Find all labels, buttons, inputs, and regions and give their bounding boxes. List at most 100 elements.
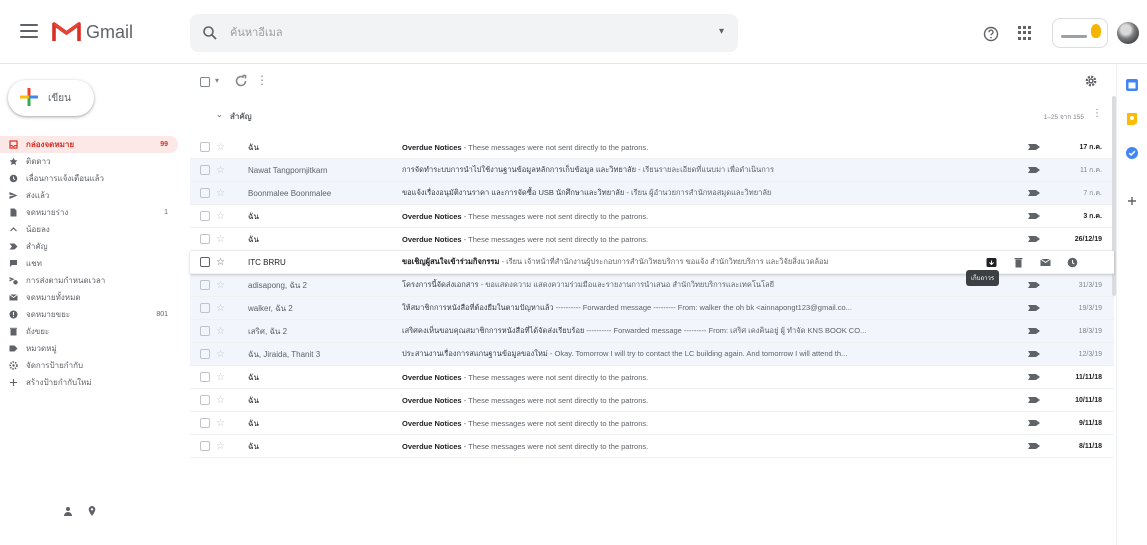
row-checkbox[interactable] xyxy=(200,234,210,244)
message-date: 11 ก.ค. xyxy=(1079,166,1102,174)
star-toggle-icon[interactable]: ☆ xyxy=(216,211,225,222)
important-marker-icon[interactable] xyxy=(1028,328,1040,334)
row-checkbox[interactable] xyxy=(200,326,210,336)
row-checkbox[interactable] xyxy=(200,349,210,359)
row-checkbox[interactable] xyxy=(200,372,210,382)
sidebar-item-create-label[interactable]: สร้างป้ายกำกับใหม่ xyxy=(0,374,186,391)
sidebar-item-spam[interactable]: จดหมายขยะ 801 xyxy=(0,306,186,323)
message-row[interactable]: ☆ ITC BRRU ขอเชิญผู้สนใจเข้าร่วมกิจกรรม - … xyxy=(190,251,1114,286)
important-marker-icon[interactable] xyxy=(1028,213,1040,219)
message-row[interactable]: ☆ ฉัน Overdue Notices - These messages wer… xyxy=(190,366,1114,389)
sidebar-item-draft[interactable]: จดหมายร่าง 1 xyxy=(0,204,186,221)
star-toggle-icon[interactable]: ☆ xyxy=(216,418,225,429)
row-checkbox[interactable] xyxy=(200,211,210,221)
message-row[interactable]: ☆ เสริศ, ฉัน 2 เสริศคงเห็นขอบคุณสมาชิกการห… xyxy=(190,320,1114,343)
important-marker-icon[interactable] xyxy=(1028,190,1040,196)
search-options-caret-icon[interactable]: ▾ xyxy=(719,26,724,37)
row-checkbox[interactable] xyxy=(200,165,210,175)
message-row[interactable]: ☆ ฉัน, Jiraida, Thanit 3 ประสานงานเรื่องกา… xyxy=(190,343,1114,366)
row-checkbox[interactable] xyxy=(200,418,210,428)
message-row[interactable]: ☆ ฉัน Overdue Notices - These messages wer… xyxy=(190,228,1114,251)
search-input[interactable] xyxy=(230,23,670,43)
star-toggle-icon[interactable]: ☆ xyxy=(216,326,225,337)
sidebar-item-scheduled-send[interactable]: การส่งตามกำหนดเวลา xyxy=(0,272,186,289)
row-checkbox[interactable] xyxy=(200,280,210,290)
message-row[interactable]: ☆ walker, ฉัน 2 ให้สมาชิกการหนังสือที่ต้อง… xyxy=(190,297,1114,320)
star-toggle-icon[interactable]: ☆ xyxy=(216,234,225,245)
compose-button[interactable]: เขียน xyxy=(8,80,94,116)
select-all-checkbox[interactable] xyxy=(200,77,210,87)
help-icon[interactable] xyxy=(983,26,999,42)
archive-icon[interactable] xyxy=(986,257,997,268)
message-row[interactable]: ☆ ฉัน Overdue Notices - These messages wer… xyxy=(190,412,1114,435)
snooze-icon[interactable] xyxy=(1067,257,1078,268)
message-row[interactable]: ☆ Boonmalee Boonmalee ขอแจ้งเรื่องอนุมัติง… xyxy=(190,182,1114,205)
refresh-icon[interactable] xyxy=(234,74,248,88)
delete-icon[interactable] xyxy=(1013,257,1024,268)
sidebar-item-all-mail[interactable]: จดหมายทั้งหมด xyxy=(0,289,186,306)
select-options-caret-icon[interactable]: ▾ xyxy=(215,76,219,85)
row-checkbox[interactable] xyxy=(200,188,210,198)
star-toggle-icon[interactable]: ☆ xyxy=(216,303,225,314)
important-marker-icon[interactable] xyxy=(1028,167,1040,173)
sidebar-item-trash[interactable]: ถังขยะ xyxy=(0,323,186,340)
more-options-icon[interactable]: ⋮ xyxy=(256,73,268,87)
main-menu-icon[interactable] xyxy=(20,22,38,40)
important-marker-icon[interactable] xyxy=(1028,144,1040,150)
sidebar-item-manage-labels[interactable]: จัดการป้ายกำกับ xyxy=(0,357,186,374)
star-toggle-icon[interactable]: ☆ xyxy=(216,441,225,452)
star-toggle-icon[interactable]: ☆ xyxy=(216,280,225,291)
section-more-icon[interactable]: ⋮ xyxy=(1092,108,1102,119)
sidebar-item-send[interactable]: ส่งแล้ว xyxy=(0,187,186,204)
location-icon[interactable] xyxy=(87,506,97,516)
star-toggle-icon[interactable]: ☆ xyxy=(216,188,225,199)
important-marker-icon[interactable] xyxy=(1028,351,1040,357)
tasks-icon[interactable] xyxy=(1125,146,1139,160)
row-checkbox[interactable] xyxy=(200,395,210,405)
important-marker-icon[interactable] xyxy=(1028,374,1040,380)
keep-icon[interactable] xyxy=(1125,112,1139,126)
gmail-logo-icon[interactable] xyxy=(52,18,81,42)
important-marker-icon[interactable] xyxy=(1028,282,1040,288)
star-toggle-icon[interactable]: ☆ xyxy=(216,165,225,176)
sidebar-item-star[interactable]: ติดดาว xyxy=(0,153,186,170)
calendar-icon[interactable] xyxy=(1125,78,1139,92)
sidebar-item-category[interactable]: หมวดหมู่ xyxy=(0,340,186,357)
row-checkbox[interactable] xyxy=(200,303,210,313)
important-marker-icon[interactable] xyxy=(1028,236,1040,242)
person-icon[interactable] xyxy=(63,506,73,516)
sidebar-item-clock[interactable]: เลื่อนการแจ้งเตือนแล้ว xyxy=(0,170,186,187)
row-checkbox[interactable] xyxy=(200,142,210,152)
sidebar-item-chat[interactable]: แชท xyxy=(0,255,186,272)
account-avatar[interactable] xyxy=(1117,22,1139,44)
important-marker-icon[interactable] xyxy=(1028,443,1040,449)
settings-gear-icon[interactable] xyxy=(1084,74,1098,88)
sidebar-item-label: น้อยลง xyxy=(26,225,50,234)
star-toggle-icon[interactable]: ☆ xyxy=(216,372,225,383)
collapse-section-caret-icon[interactable]: ⌄ xyxy=(216,110,223,119)
row-checkbox[interactable] xyxy=(200,441,210,451)
important-marker-icon[interactable] xyxy=(1028,397,1040,403)
message-row[interactable]: ☆ ฉัน Overdue Notices - These messages wer… xyxy=(190,205,1114,228)
sidebar-item-label-important[interactable]: สำคัญ xyxy=(0,238,186,255)
message-row[interactable]: ☆ Nawat Tangpornjitkarn การจัดทำระบบการนำไ… xyxy=(190,159,1114,182)
search-icon[interactable] xyxy=(202,25,218,41)
star-toggle-icon[interactable]: ☆ xyxy=(216,349,225,360)
get-addons-plus-icon[interactable] xyxy=(1125,194,1139,208)
google-apps-icon[interactable] xyxy=(1018,26,1032,40)
star-toggle-icon[interactable]: ☆ xyxy=(216,395,225,406)
message-row[interactable]: ☆ ฉัน Overdue Notices - These messages wer… xyxy=(190,389,1114,412)
star-toggle-icon[interactable]: ☆ xyxy=(216,257,225,268)
draft-icon xyxy=(10,208,17,217)
message-row[interactable]: ☆ ฉัน Overdue Notices - These messages wer… xyxy=(190,136,1114,159)
organization-logo[interactable] xyxy=(1052,18,1108,48)
important-marker-icon[interactable] xyxy=(1028,420,1040,426)
sidebar-item-chevron-up[interactable]: น้อยลง xyxy=(0,221,186,238)
important-marker-icon[interactable] xyxy=(1028,305,1040,311)
message-row[interactable]: ☆ ฉัน Overdue Notices - These messages wer… xyxy=(190,435,1114,458)
sidebar-item-inbox[interactable]: กล่องจดหมาย 99 xyxy=(0,136,178,153)
row-checkbox[interactable] xyxy=(200,257,210,267)
star-toggle-icon[interactable]: ☆ xyxy=(216,142,225,153)
search-box[interactable]: ▾ xyxy=(190,14,738,52)
mark-as-unread-icon[interactable] xyxy=(1040,257,1051,268)
